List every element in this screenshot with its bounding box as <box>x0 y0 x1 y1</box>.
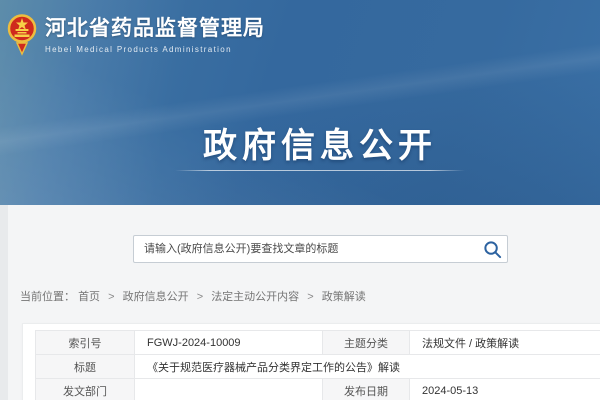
issuing-department-label: 发文部门 <box>36 379 135 400</box>
search-box <box>133 235 508 263</box>
breadcrumb-separator: > <box>108 291 114 303</box>
breadcrumb: 当前位置： 首页 > 政府信息公开 > 法定主动公开内容 > 政策解读 <box>20 288 366 304</box>
breadcrumb-separator: > <box>307 291 313 303</box>
search-icon <box>483 240 502 259</box>
site-header: 河北省药品监督管理局 Hebei Medical Products Admini… <box>0 0 600 205</box>
breadcrumb-separator: > <box>197 291 203 303</box>
index-number-value: FGWJ-2024-10009 <box>135 331 323 355</box>
document-title-value: 《关于规范医疗器械产品分类界定工作的公告》解读 <box>135 355 600 379</box>
breadcrumb-home[interactable]: 首页 <box>78 291 100 303</box>
publish-date-label: 发布日期 <box>323 379 410 400</box>
site-logo[interactable]: 河北省药品监督管理局 Hebei Medical Products Admini… <box>7 12 265 58</box>
table-row: 发文部门 发布日期 2024-05-13 <box>36 379 600 400</box>
subject-category-value: 法规文件 / 政策解读 <box>410 331 600 355</box>
banner-title: 政府信息公开 <box>203 118 437 167</box>
publish-date-value: 2024-05-13 <box>410 379 600 400</box>
subject-category-label: 主题分类 <box>323 331 410 355</box>
issuing-department-value <box>135 379 323 400</box>
title-label: 标题 <box>36 355 135 379</box>
search-input[interactable] <box>134 236 484 262</box>
breadcrumb-prefix: 当前位置： <box>20 291 75 303</box>
search-button[interactable] <box>483 240 502 259</box>
national-emblem-icon <box>7 12 37 58</box>
table-row: 标题 《关于规范医疗器械产品分类界定工作的公告》解读 <box>36 355 600 379</box>
breadcrumb-gov-info[interactable]: 政府信息公开 <box>123 291 189 303</box>
index-number-label: 索引号 <box>36 331 135 355</box>
table-row: 索引号 FGWJ-2024-10009 主题分类 法规文件 / 政策解读 <box>36 331 600 355</box>
page-left-margin <box>0 205 8 400</box>
document-info-table: 索引号 FGWJ-2024-10009 主题分类 法规文件 / 政策解读 标题 … <box>35 330 600 400</box>
org-name-en: Hebei Medical Products Administration <box>45 45 265 55</box>
breadcrumb-policy-interpretation[interactable]: 政策解读 <box>322 291 366 303</box>
breadcrumb-statutory-disclosure[interactable]: 法定主动公开内容 <box>211 291 299 303</box>
banner-underline <box>175 170 465 171</box>
document-info-card: 索引号 FGWJ-2024-10009 主题分类 法规文件 / 政策解读 标题 … <box>22 323 600 400</box>
page: 河北省药品监督管理局 Hebei Medical Products Admini… <box>0 0 600 400</box>
org-name-zh: 河北省药品监督管理局 <box>45 17 265 41</box>
